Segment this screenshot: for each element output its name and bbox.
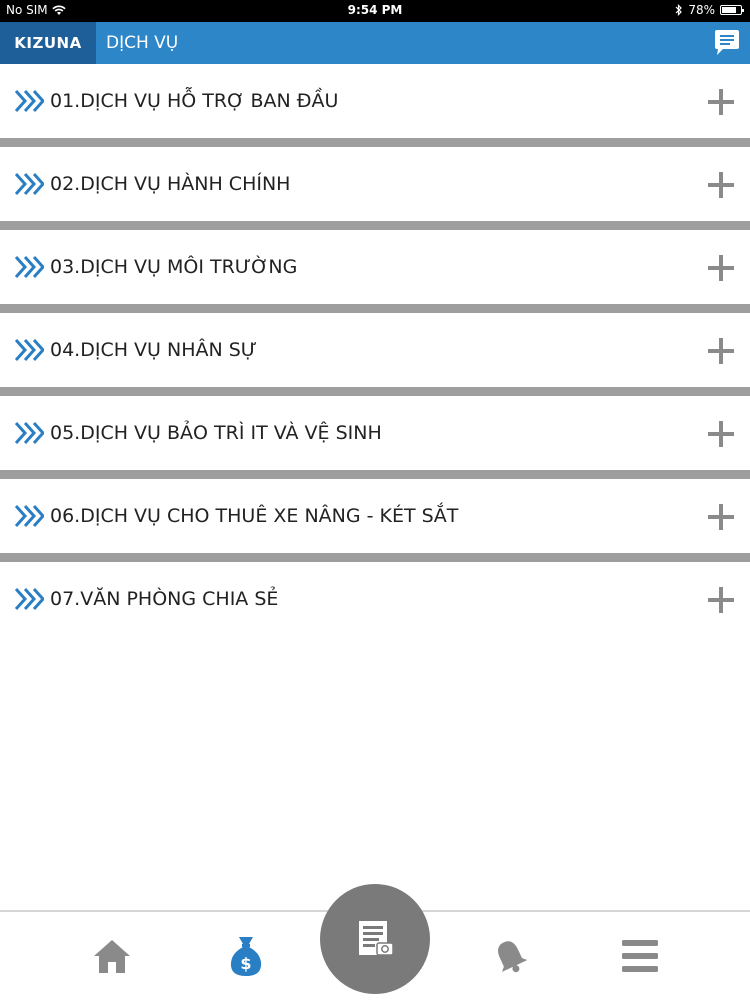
money-bag-icon: $ xyxy=(230,937,262,976)
status-time: 9:54 PM xyxy=(347,3,403,17)
double-chevron-icon xyxy=(14,338,44,362)
service-list: 01.DỊCH VỤ HỖ TRỢ BAN ĐẦU 02.DỊCH VỤ HÀN… xyxy=(0,64,750,636)
service-label: 07.VĂN PHÒNG CHIA SẺ xyxy=(50,588,279,610)
expand-plus-icon[interactable] xyxy=(708,89,734,115)
service-label: 05.DỊCH VỤ BẢO TRÌ IT VÀ VỆ SINH xyxy=(50,422,382,444)
double-chevron-icon xyxy=(14,587,44,611)
bottom-tab-bar: $ xyxy=(0,884,750,1000)
bell-icon xyxy=(498,941,528,973)
service-item[interactable]: 06.DỊCH VỤ CHO THUÊ XE NÂNG - KÉT SẮT xyxy=(0,479,750,562)
battery-percent: 78% xyxy=(688,3,715,17)
double-chevron-icon xyxy=(14,172,44,196)
menu-icon xyxy=(622,940,658,972)
battery-icon xyxy=(720,5,744,15)
expand-plus-icon[interactable] xyxy=(708,255,734,281)
expand-plus-icon[interactable] xyxy=(708,338,734,364)
service-item[interactable]: 04.DỊCH VỤ NHÂN SỰ xyxy=(0,313,750,396)
status-right: 78% xyxy=(675,3,744,17)
double-chevron-icon xyxy=(14,89,44,113)
expand-plus-icon[interactable] xyxy=(708,421,734,447)
service-item[interactable]: 07.VĂN PHÒNG CHIA SẺ xyxy=(0,562,750,636)
service-label: 06.DỊCH VỤ CHO THUÊ XE NÂNG - KÉT SẮT xyxy=(50,505,459,527)
service-item[interactable]: 01.DỊCH VỤ HỖ TRỢ BAN ĐẦU xyxy=(0,64,750,147)
kizuna-logo: KIZUNA xyxy=(0,22,96,64)
service-label: 01.DỊCH VỤ HỖ TRỢ BAN ĐẦU xyxy=(50,90,339,112)
expand-plus-icon[interactable] xyxy=(708,504,734,530)
bluetooth-icon xyxy=(675,4,683,16)
double-chevron-icon xyxy=(14,504,44,528)
service-item[interactable]: 03.DỊCH VỤ MÔI TRƯỜNG xyxy=(0,230,750,313)
double-chevron-icon xyxy=(14,255,44,279)
tab-notifications[interactable] xyxy=(480,926,540,986)
svg-text:$: $ xyxy=(240,954,251,973)
chat-icon[interactable] xyxy=(712,28,742,58)
service-label: 02.DỊCH VỤ HÀNH CHÍNH xyxy=(50,173,291,195)
app-header: KIZUNA DỊCH VỤ xyxy=(0,22,750,64)
document-camera-icon xyxy=(359,921,394,956)
service-label: 03.DỊCH VỤ MÔI TRƯỜNG xyxy=(50,256,298,278)
center-action-button[interactable] xyxy=(320,884,430,994)
page-title: DỊCH VỤ xyxy=(106,33,179,53)
expand-plus-icon[interactable] xyxy=(708,172,734,198)
status-bar: No SIM 9:54 PM 78% xyxy=(0,0,750,22)
logo-text: KIZUNA xyxy=(14,34,82,52)
tab-services[interactable]: $ xyxy=(216,926,276,986)
service-label: 04.DỊCH VỤ NHÂN SỰ xyxy=(50,339,258,361)
service-item[interactable]: 05.DỊCH VỤ BẢO TRÌ IT VÀ VỆ SINH xyxy=(0,396,750,479)
expand-plus-icon[interactable] xyxy=(708,587,734,613)
tab-menu[interactable] xyxy=(610,926,670,986)
service-item[interactable]: 02.DỊCH VỤ HÀNH CHÍNH xyxy=(0,147,750,230)
battery-level xyxy=(722,7,736,13)
tab-home[interactable] xyxy=(82,926,142,986)
home-icon xyxy=(94,940,130,973)
double-chevron-icon xyxy=(14,421,44,445)
